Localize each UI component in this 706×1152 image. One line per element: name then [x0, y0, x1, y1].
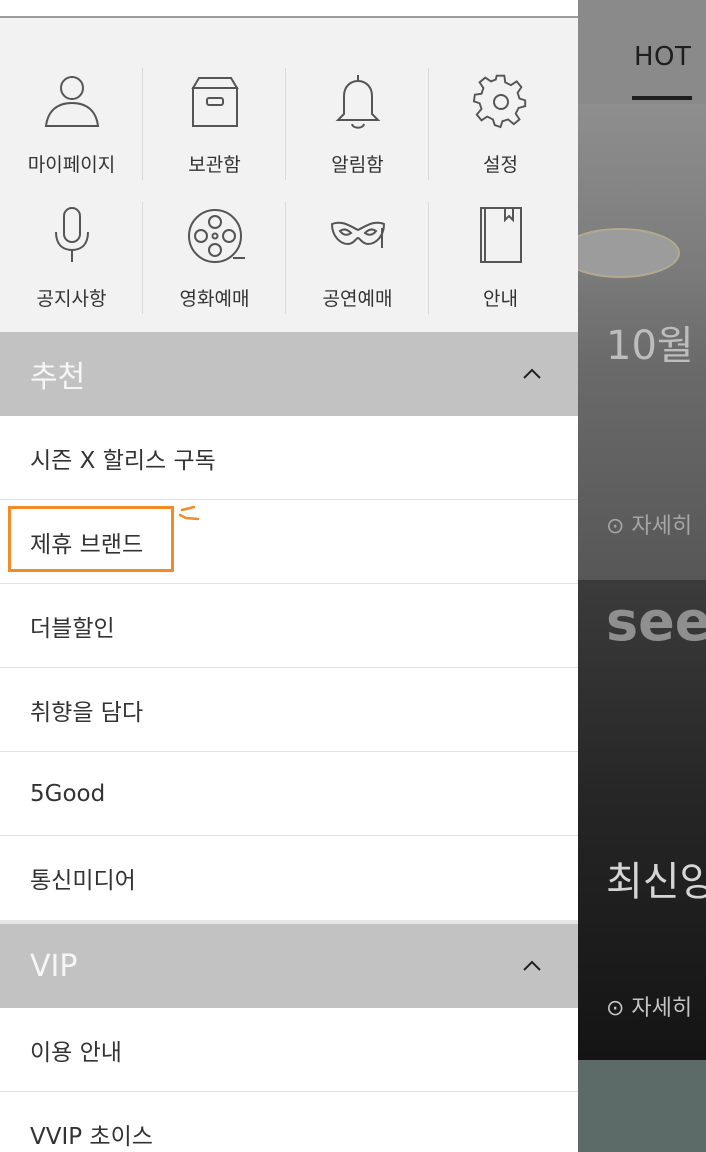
menu-item-telecom-media[interactable]: 통신미디어 [0, 836, 578, 920]
section-vip-title: VIP [30, 948, 78, 984]
highlight-annotation-box [8, 506, 174, 572]
banner-3[interactable] [578, 1060, 706, 1152]
plate-image [560, 228, 680, 278]
section-recommend-header[interactable]: 추천 [0, 332, 578, 416]
menu-item-usage-guide[interactable]: 이용 안내 [0, 1008, 578, 1092]
storage-box-icon [185, 72, 245, 132]
tab-hot-underline [632, 96, 692, 100]
drawer-top-bar [0, 0, 578, 18]
quick-movie-booking[interactable]: 영화예매 [143, 186, 286, 314]
quick-settings-label: 설정 [483, 154, 518, 176]
quick-menu: 마이페이지 보관함 알림함 설정 공지사항 영화예매 공연예매 안내 [0, 18, 578, 332]
section-vip-header[interactable]: VIP [0, 924, 578, 1008]
quick-settings[interactable]: 설정 [429, 52, 572, 178]
menu-item-season-hollys[interactable]: 시즌 X 할리스 구독 [0, 416, 578, 500]
quick-storage[interactable]: 보관함 [143, 52, 286, 180]
film-reel-icon [185, 206, 245, 266]
quick-performance-booking[interactable]: 공연예매 [286, 186, 429, 314]
quick-menu-row-2: 공지사항 영화예매 공연예매 안내 [0, 186, 578, 314]
highlight-annotation-mark [176, 504, 202, 526]
quick-notice[interactable]: 공지사항 [0, 186, 143, 314]
book-icon [471, 206, 531, 266]
quick-storage-label: 보관함 [188, 154, 241, 176]
quick-performance-booking-label: 공연예매 [322, 288, 393, 310]
banner-2-title: 최신앙 최대 4 [606, 859, 706, 905]
quick-movie-booking-label: 영화예매 [179, 288, 250, 310]
quick-mypage-label: 마이페이지 [27, 154, 116, 176]
navigation-drawer: 마이페이지 보관함 알림함 설정 공지사항 영화예매 공연예매 안내 추천 시즌… [0, 0, 578, 1152]
bell-icon [328, 72, 388, 132]
mask-icon [328, 206, 388, 266]
microphone-icon [42, 206, 102, 266]
quick-notifications[interactable]: 알림함 [286, 52, 429, 180]
gear-icon [471, 72, 531, 132]
menu-item-taste[interactable]: 취향을 담다 [0, 668, 578, 752]
chevron-up-icon[interactable] [520, 362, 544, 386]
banner-2-logo: see [606, 590, 706, 653]
section-recommend-title: 추천 [30, 360, 86, 395]
tab-hot[interactable]: HOT [634, 42, 691, 72]
quick-notifications-label: 알림함 [331, 154, 384, 176]
menu-item-double-discount[interactable]: 더블할인 [0, 584, 578, 668]
menu-item-5good[interactable]: 5Good [0, 752, 578, 836]
quick-guide[interactable]: 안내 [429, 186, 572, 312]
quick-mypage[interactable]: 마이페이지 [0, 52, 143, 180]
quick-menu-row-1: 마이페이지 보관함 알림함 설정 [0, 52, 578, 180]
banner-2[interactable] [578, 582, 706, 1060]
banner-1-title: 10월 절호의 꽃배송 [606, 323, 706, 369]
banner-1-more-link[interactable]: ⊙ 자세히 [606, 508, 706, 540]
quick-guide-label: 안내 [483, 288, 518, 310]
quick-notice-label: 공지사항 [36, 288, 107, 310]
menu-item-vvip-choice[interactable]: VVIP 초이스 [0, 1092, 578, 1152]
banner-2-more-link[interactable]: ⊙ 자세히 [606, 990, 706, 1022]
person-icon [42, 72, 102, 132]
chevron-up-icon[interactable] [520, 954, 544, 978]
